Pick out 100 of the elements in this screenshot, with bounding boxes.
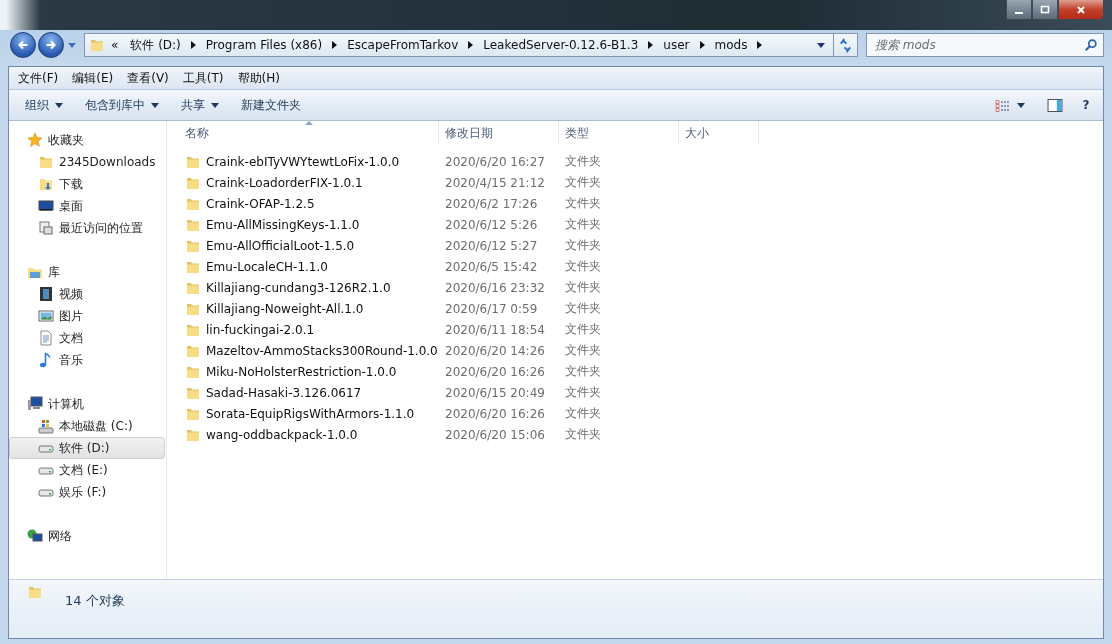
column-header[interactable]: 名称	[179, 121, 439, 145]
computer-icon	[27, 396, 43, 412]
file-name[interactable]: wang-oddbackpack-1.0.0	[179, 426, 439, 443]
table-cell-text: 2020/6/20 16:26	[444, 364, 546, 379]
breadcrumb[interactable]: EscapeFromTarkov	[341, 38, 465, 52]
toolbar-button[interactable]: 组织	[17, 93, 71, 117]
column-header[interactable]: 大小	[679, 121, 759, 145]
table-cell-text: 2020/6/20 15:06	[444, 427, 546, 442]
film-icon	[38, 286, 54, 302]
windows-drive-icon	[38, 418, 54, 434]
caret-icon	[68, 42, 76, 48]
table-cell-text: 文件夹	[564, 195, 602, 212]
separator-arrow-icon[interactable]	[648, 41, 654, 49]
item-count: 14 个对象	[65, 592, 125, 610]
separator-arrow-icon[interactable]	[757, 41, 763, 49]
table-cell-text: 2020/6/12 5:26	[444, 217, 539, 232]
maximize-icon	[1040, 4, 1050, 15]
help-button[interactable]: ?	[1077, 96, 1095, 114]
left-arrow-icon	[16, 38, 30, 52]
separator-arrow-icon[interactable]	[468, 41, 474, 49]
file-name[interactable]: Sadad-Hasaki-3.126.0617	[179, 384, 439, 401]
navigation-item[interactable]: 视频	[9, 283, 165, 305]
navigation-item[interactable]: 文档	[9, 327, 165, 349]
separator-arrow-icon[interactable]	[332, 41, 338, 49]
navigation-item[interactable]: 下载	[9, 173, 165, 195]
table-cell-text: 文件夹	[564, 321, 602, 338]
overflow-chevron[interactable]: «	[105, 38, 125, 52]
refresh-arrows-icon	[838, 37, 853, 53]
breadcrumb[interactable]: Program Files (x86)	[199, 38, 329, 52]
file-name[interactable]: Craink-LoadorderFIX-1.0.1	[179, 174, 439, 191]
back-button[interactable]	[10, 32, 36, 58]
toolbar-button[interactable]: 包含到库中	[77, 93, 167, 117]
file-name[interactable]: Miku-NoHolsterRestriction-1.0.0	[179, 363, 439, 380]
menu-item[interactable]: 编辑(E)	[66, 67, 120, 89]
navigation-item[interactable]: 文档 (E:)	[9, 459, 165, 481]
file-name[interactable]: Craink-ebITyVWYtewtLoFix-1.0.0	[179, 153, 439, 170]
navigation-item[interactable]: 图片	[9, 305, 165, 327]
file-name[interactable]: Emu-LocaleCH-1.1.0	[179, 258, 439, 275]
table-cell-text: 文件夹	[564, 300, 602, 317]
folder-icon	[38, 154, 54, 170]
table-cell-text: 文件夹	[564, 342, 602, 359]
navigation-item[interactable]: 本地磁盘 (C:)	[9, 415, 165, 437]
table-cell-text: 文件夹	[564, 216, 602, 233]
file-name[interactable]: Killajiang-Noweight-All.1.0	[179, 300, 439, 317]
column-header[interactable]: 修改日期	[439, 121, 559, 145]
table-cell-text: 2020/6/12 5:27	[444, 238, 539, 253]
maximize-button[interactable]	[1032, 0, 1058, 20]
navigation-group[interactable]: 收藏夹	[9, 129, 166, 151]
file-name[interactable]: Craink-OFAP-1.2.5	[179, 195, 439, 212]
right-arrow-icon	[44, 38, 58, 52]
navigation-group[interactable]: 库	[9, 261, 166, 283]
file-name[interactable]: Sorata-EquipRigsWithArmors-1.1.0	[179, 405, 439, 422]
navigation-item[interactable]: 娱乐 (F:)	[9, 481, 165, 503]
file-name[interactable]: Mazeltov-AmmoStacks300Round-1.0.0	[179, 342, 439, 359]
menu-item[interactable]: 文件(F)	[12, 67, 65, 89]
minimize-icon	[1015, 11, 1023, 14]
file-name[interactable]: lin-fuckingai-2.0.1	[179, 321, 439, 338]
breadcrumb[interactable]: mods	[708, 38, 754, 52]
navigation-group[interactable]: 计算机	[9, 393, 166, 415]
file-name[interactable]: Emu-AllMissingKeys-1.1.0	[179, 216, 439, 233]
file-name[interactable]: Killajiang-cundang3-126R2.1.0	[179, 279, 439, 296]
menu-item[interactable]: 查看(V)	[121, 67, 175, 89]
pane-icon	[1047, 98, 1063, 112]
menu-item[interactable]: 工具(T)	[176, 67, 230, 89]
navigation-item[interactable]: 音乐	[9, 349, 165, 371]
navigation-item[interactable]: 桌面	[9, 195, 165, 217]
caret-icon	[55, 102, 63, 108]
search-icon	[1084, 38, 1098, 52]
star-icon	[27, 132, 43, 148]
table-cell-text: 文件夹	[564, 384, 602, 401]
table-cell-text: 2020/6/2 17:26	[444, 196, 539, 211]
close-button[interactable]	[1058, 0, 1104, 20]
history-dropdown[interactable]	[66, 42, 78, 48]
navigation-item[interactable]: 2345Downloads	[9, 151, 165, 173]
folder-icon	[27, 584, 43, 600]
column-header[interactable]: 类型	[559, 121, 679, 145]
caret-icon[interactable]	[817, 42, 825, 48]
table-cell-text: 2020/6/20 16:27	[444, 154, 546, 169]
menu-item[interactable]: 帮助(H)	[231, 67, 286, 89]
toolbar-button[interactable]: 新建文件夹	[233, 93, 309, 117]
table-cell-text: 文件夹	[564, 426, 602, 443]
navigation-group[interactable]: 网络	[9, 525, 166, 547]
navigation-item[interactable]: 软件 (D:)	[9, 437, 165, 459]
address-bar[interactable]: « 软件 (D:) Program Files (x86) EscapeFromTarkov LeakedServer-0.12.6-B1.3 user mods	[84, 33, 858, 57]
table-cell-text: 文件夹	[564, 237, 602, 254]
download-folder-icon	[38, 176, 54, 192]
navigation-item[interactable]: 最近访问的位置	[9, 217, 165, 239]
minimize-button[interactable]	[1006, 0, 1032, 20]
table-cell-text: 2020/6/5 15:42	[444, 259, 539, 274]
details-view-icon	[995, 98, 1011, 112]
separator-arrow-icon[interactable]	[699, 41, 705, 49]
file-name[interactable]: Emu-AllOfficialLoot-1.5.0	[179, 237, 439, 254]
monitor-icon	[38, 198, 54, 214]
search-field[interactable]: 搜索 mods	[866, 33, 1104, 57]
toolbar-button[interactable]: 共享	[173, 93, 227, 117]
separator-arrow-icon[interactable]	[190, 41, 196, 49]
breadcrumb[interactable]: LeakedServer-0.12.6-B1.3	[477, 38, 645, 52]
breadcrumb[interactable]: user	[657, 38, 696, 52]
breadcrumb[interactable]: 软件 (D:)	[124, 36, 187, 54]
forward-button[interactable]	[38, 32, 64, 58]
